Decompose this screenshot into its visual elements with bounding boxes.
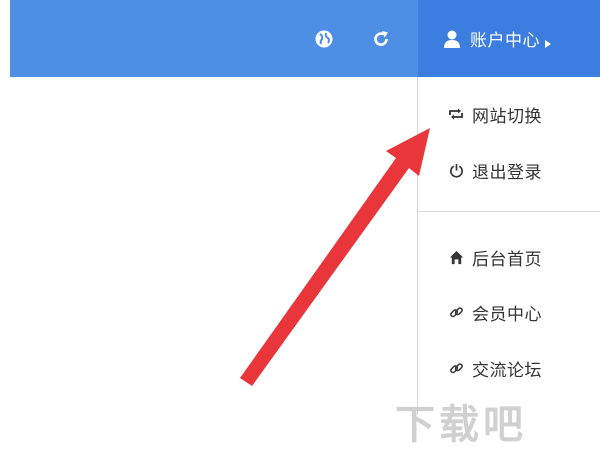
menu-item-forum[interactable]: 交流论坛 bbox=[418, 348, 600, 388]
menu-item-switch-site[interactable]: 网站切换 bbox=[418, 94, 600, 134]
switch-icon bbox=[448, 106, 464, 122]
account-center-button[interactable]: 账户中心 bbox=[418, 0, 600, 77]
account-dropdown-menu: 网站切换 退出登录 后台首页 会员中心 交流论坛 bbox=[417, 77, 600, 415]
link-icon bbox=[448, 304, 464, 320]
link-icon bbox=[448, 360, 464, 376]
refresh-icon[interactable] bbox=[370, 28, 392, 50]
power-icon bbox=[448, 162, 464, 178]
menu-divider bbox=[418, 211, 600, 212]
home-icon bbox=[448, 249, 464, 265]
menu-item-label: 退出登录 bbox=[472, 162, 542, 183]
watermark-logo: 下载吧 bbox=[395, 402, 527, 448]
globe-icon[interactable] bbox=[313, 28, 335, 50]
menu-item-logout[interactable]: 退出登录 bbox=[418, 150, 600, 190]
user-icon bbox=[442, 29, 462, 49]
menu-item-admin-home[interactable]: 后台首页 bbox=[418, 237, 600, 277]
menu-item-label: 交流论坛 bbox=[472, 360, 542, 381]
menu-item-member-center[interactable]: 会员中心 bbox=[418, 292, 600, 332]
account-center-label: 账户中心 bbox=[470, 31, 540, 51]
menu-item-label: 后台首页 bbox=[472, 249, 542, 270]
caret-right-icon bbox=[544, 34, 552, 48]
menu-item-label: 网站切换 bbox=[472, 106, 542, 127]
menu-item-label: 会员中心 bbox=[472, 304, 542, 325]
